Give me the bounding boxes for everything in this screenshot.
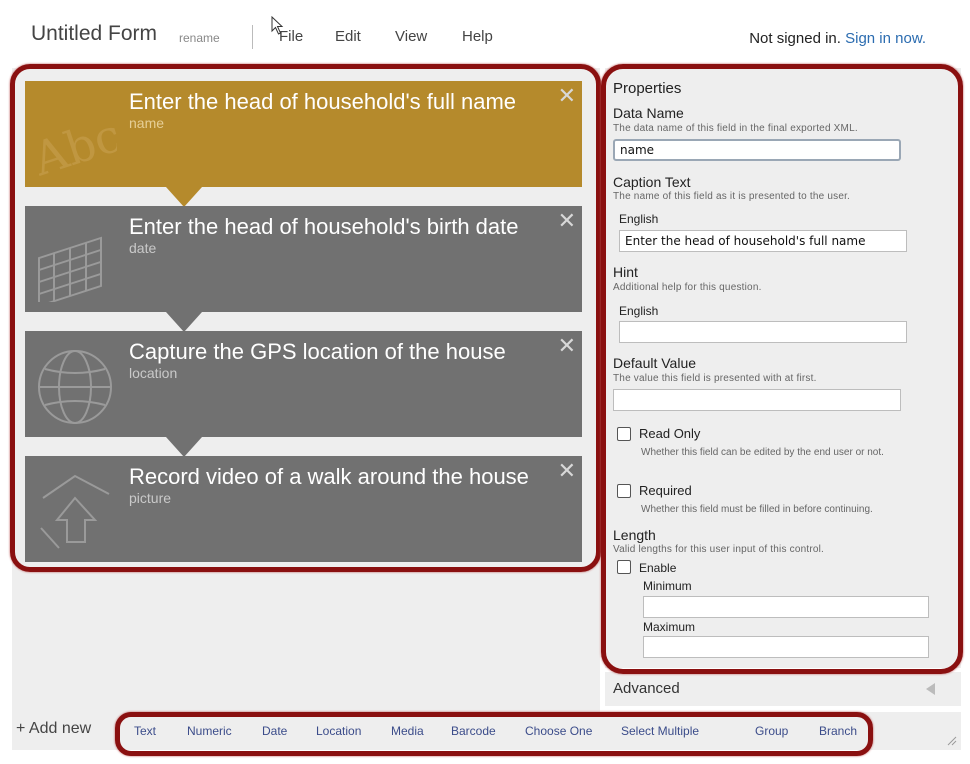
app-header: Untitled Form rename File Edit View Help…: [0, 0, 970, 68]
advanced-label: Advanced: [613, 680, 680, 697]
menu-help[interactable]: Help: [462, 28, 493, 45]
rename-link[interactable]: rename: [179, 31, 220, 45]
highlight-outline-properties: [601, 64, 963, 674]
advanced-toggle[interactable]: Advanced: [605, 672, 961, 706]
triangle-left-icon: [926, 683, 935, 695]
mouse-cursor-icon: [271, 16, 284, 35]
auth-status-text: Not signed in.: [749, 30, 841, 47]
resize-grip-icon[interactable]: [947, 736, 957, 746]
highlight-outline-toolbar: [115, 712, 873, 756]
menu-view[interactable]: View: [395, 28, 427, 45]
sign-in-link[interactable]: Sign in now.: [845, 30, 926, 47]
highlight-outline-workspace: [10, 64, 601, 572]
title-divider: [252, 25, 253, 49]
auth-status: Not signed in. Sign in now.: [749, 30, 926, 47]
menu-edit[interactable]: Edit: [335, 28, 361, 45]
form-title[interactable]: Untitled Form: [31, 22, 157, 46]
add-new-button[interactable]: + Add new: [16, 720, 91, 738]
